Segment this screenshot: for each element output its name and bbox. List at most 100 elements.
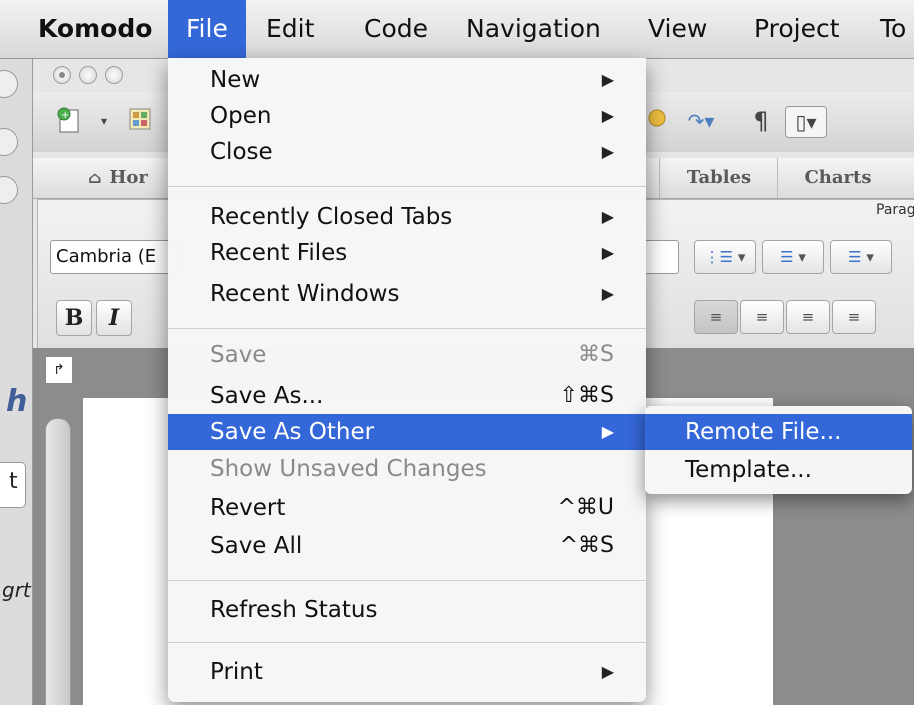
cut-field: t: [0, 462, 26, 508]
menu-item-close[interactable]: Close ▶: [168, 134, 646, 170]
gallery-icon[interactable]: [125, 106, 155, 136]
menu-separator: [168, 186, 646, 187]
undo-icon[interactable]: [645, 106, 669, 136]
tab-tables[interactable]: Tables: [659, 158, 778, 198]
justify-button[interactable]: ≡: [832, 300, 876, 334]
italic-label: I: [108, 305, 120, 331]
minimize-window-button[interactable]: [79, 66, 97, 84]
justify-icon: ≡: [847, 308, 861, 326]
submenu-arrow-icon: ▶: [601, 243, 614, 262]
menu-file[interactable]: File: [168, 0, 246, 58]
menu-shortcut: ⇧⌘S: [559, 383, 614, 408]
tab-home[interactable]: ⌂ Hor: [63, 158, 173, 198]
menu-edit[interactable]: Edit: [258, 0, 322, 58]
bold-button[interactable]: B: [56, 300, 92, 336]
menu-item-save-as[interactable]: Save As... ⇧⌘S: [168, 378, 646, 414]
menu-item-recent-windows[interactable]: Recent Windows ▶: [168, 276, 646, 312]
background-window-left: h t grt: [0, 58, 32, 705]
menu-view[interactable]: View: [640, 0, 715, 58]
multilevel-list-icon: ☰: [848, 248, 862, 266]
bullets-button[interactable]: ⋮☰ ▾: [694, 240, 756, 274]
menu-item-save-all[interactable]: Save All ^⌘S: [168, 528, 646, 564]
menu-item-label: New: [210, 67, 261, 93]
font-color-field[interactable]: [644, 240, 679, 274]
menu-item-label: Recent Files: [210, 240, 348, 266]
menu-item-label: Print: [210, 659, 263, 685]
menu-item-open[interactable]: Open ▶: [168, 98, 646, 134]
menu-separator: [168, 328, 646, 329]
align-left-button[interactable]: ≡: [694, 300, 738, 334]
menu-item-save-as-other[interactable]: Save As Other ▶: [168, 414, 646, 450]
submenu-item-remote-file[interactable]: Remote File...: [645, 414, 912, 450]
home-icon: ⌂: [88, 168, 102, 187]
menu-project[interactable]: Project: [746, 0, 848, 58]
numbered-list-icon: ☰: [780, 248, 794, 266]
submenu-arrow-icon: ▶: [601, 106, 614, 125]
align-right-button[interactable]: ≡: [786, 300, 830, 334]
menu-item-new[interactable]: New ▶: [168, 62, 646, 98]
multilevel-list-button[interactable]: ☰ ▾: [830, 240, 892, 274]
tab-home-label: Hor: [109, 167, 148, 188]
numbering-button[interactable]: ☰ ▾: [762, 240, 824, 274]
italic-button[interactable]: I: [96, 300, 132, 336]
align-left-icon: ≡: [709, 308, 723, 326]
tab-stop-icon: ↱: [53, 362, 65, 378]
menu-separator: [168, 580, 646, 581]
menu-item-label: Recently Closed Tabs: [210, 204, 453, 230]
menu-item-print[interactable]: Print ▶: [168, 654, 646, 690]
tab-stop-selector[interactable]: ↱: [45, 356, 73, 384]
cut-text-grt: grt: [2, 578, 31, 602]
submenu-arrow-icon: ▶: [601, 207, 614, 226]
bold-label: B: [64, 305, 84, 331]
menu-code[interactable]: Code: [356, 0, 436, 58]
submenu-arrow-icon: ▶: [601, 142, 614, 161]
pilcrow-icon[interactable]: ¶: [749, 106, 773, 136]
window-button: [0, 128, 18, 156]
chevron-down-icon[interactable]: ▾: [97, 106, 111, 136]
menu-item-label: Remote File...: [685, 419, 842, 445]
menu-tools[interactable]: To: [872, 0, 914, 58]
sidebar-icon[interactable]: ▯▾: [785, 106, 827, 138]
window-button: [0, 70, 18, 98]
submenu-arrow-icon: ▶: [601, 422, 614, 441]
tab-tables-label: Tables: [686, 167, 752, 188]
redo-icon[interactable]: ↷▾: [681, 106, 721, 136]
menu-item-refresh-status[interactable]: Refresh Status: [168, 592, 646, 628]
font-name-field[interactable]: Cambria (E: [50, 240, 177, 274]
menu-item-label: Save: [210, 342, 267, 368]
menu-shortcut: ⌘S: [578, 342, 614, 367]
bullet-list-icon: ⋮☰: [704, 248, 734, 266]
menu-item-recent-files[interactable]: Recent Files ▶: [168, 235, 646, 271]
menu-item-label: Save As Other: [210, 419, 375, 445]
vertical-ruler: [45, 418, 71, 705]
svg-text:+: +: [61, 110, 69, 121]
submenu-item-template[interactable]: Template...: [645, 452, 912, 488]
paragraph-group-label: Parag: [876, 202, 914, 218]
tab-charts[interactable]: Charts: [777, 158, 898, 198]
cut-text-h: h: [6, 384, 28, 419]
zoom-window-button[interactable]: [105, 66, 123, 84]
close-window-button[interactable]: [53, 66, 71, 84]
menu-bar: Komodo File Edit Code Navigation View Pr…: [0, 0, 914, 59]
menu-item-label: Recent Windows: [210, 281, 400, 307]
menu-item-label: Open: [210, 103, 272, 129]
menu-komodo[interactable]: Komodo: [30, 0, 160, 58]
menu-item-label: Close: [210, 139, 273, 165]
align-center-button[interactable]: ≡: [740, 300, 784, 334]
align-center-icon: ≡: [755, 308, 769, 326]
menu-item-label: Template...: [685, 457, 812, 483]
menu-item-revert[interactable]: Revert ^⌘U: [168, 490, 646, 526]
menu-item-label: Refresh Status: [210, 597, 378, 623]
menu-item-save[interactable]: Save ⌘S: [168, 337, 646, 373]
menu-item-show-unsaved-changes[interactable]: Show Unsaved Changes: [168, 451, 646, 487]
menu-item-label: Show Unsaved Changes: [210, 456, 487, 482]
new-document-icon[interactable]: +: [49, 106, 89, 136]
menu-navigation[interactable]: Navigation: [458, 0, 609, 58]
menu-item-recently-closed-tabs[interactable]: Recently Closed Tabs ▶: [168, 199, 646, 235]
menu-item-label: Revert: [210, 495, 286, 521]
align-right-icon: ≡: [801, 308, 815, 326]
submenu-arrow-icon: ▶: [601, 284, 614, 303]
cut-text-t: t: [9, 469, 18, 494]
window-button: [0, 176, 18, 204]
menu-item-label: Save As...: [210, 383, 324, 409]
